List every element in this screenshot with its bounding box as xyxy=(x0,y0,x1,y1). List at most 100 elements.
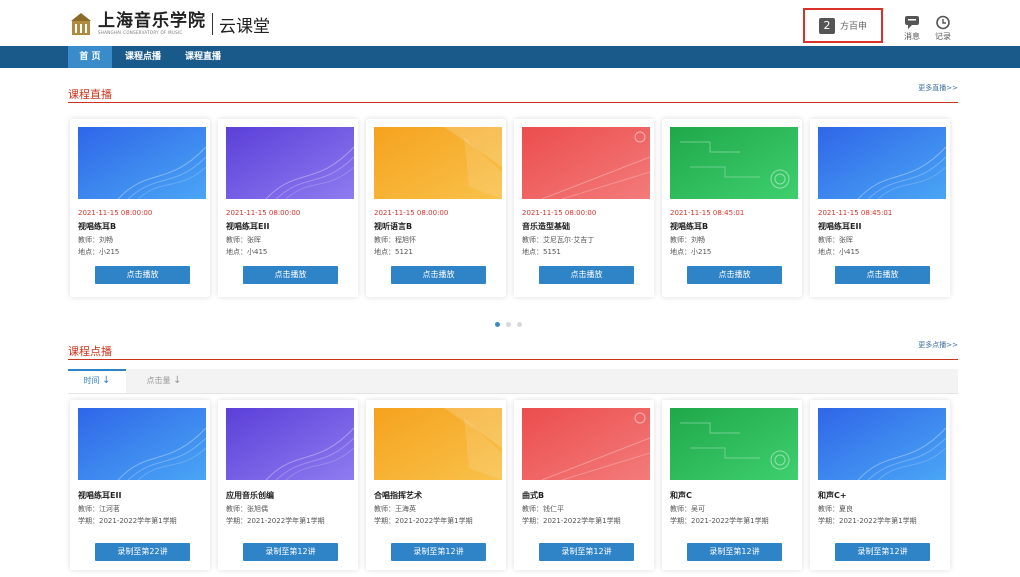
course-term: 学期：2021-2022学年第1学期 xyxy=(78,517,177,525)
sort-time-label: 时间 xyxy=(83,376,100,385)
vod-section-divider xyxy=(68,359,958,360)
records-label: 记录 xyxy=(935,32,951,41)
course-thumbnail[interactable] xyxy=(522,127,650,199)
play-button[interactable]: 点击播放 xyxy=(687,266,782,284)
course-title: 视听语言B xyxy=(374,222,413,231)
course-thumbnail[interactable] xyxy=(818,127,946,199)
user-name: 方百申 xyxy=(839,22,867,32)
messages-button[interactable]: 消息 xyxy=(899,15,925,42)
chat-bubble-icon xyxy=(905,16,919,29)
course-teacher: 教师：程旭怀 xyxy=(374,236,416,244)
play-button[interactable]: 点击播放 xyxy=(243,266,338,284)
sort-tabs: 时间 ↓ 点击量 ↓ xyxy=(68,369,958,394)
vod-course-card[interactable]: 应用音乐创编 教师：张旭偶学期：2021-2022学年第1学期录制至第12讲 xyxy=(218,400,358,570)
carousel-dot[interactable] xyxy=(517,322,522,327)
course-title: 曲式B xyxy=(522,491,545,500)
course-teacher: 教师：夏良 xyxy=(818,505,853,513)
course-title: 视唱练耳EII xyxy=(818,222,862,231)
recorded-lectures-button[interactable]: 录制至第12讲 xyxy=(539,543,634,561)
live-start-time: 2021-11-15 08:45:01 xyxy=(670,209,745,217)
course-title: 应用音乐创编 xyxy=(226,491,274,500)
recorded-lectures-button[interactable]: 录制至第22讲 xyxy=(95,543,190,561)
vod-section-title: 课程点播 xyxy=(68,345,112,358)
play-button[interactable]: 点击播放 xyxy=(539,266,634,284)
course-teacher: 教师：张晖 xyxy=(226,236,261,244)
course-title: 和声C+ xyxy=(818,491,847,500)
more-live-link[interactable]: 更多直播>> xyxy=(918,83,958,93)
course-thumbnail[interactable] xyxy=(818,408,946,480)
live-section-title: 课程直播 xyxy=(68,88,112,101)
course-title: 视唱练耳B xyxy=(78,222,117,231)
course-location: 地点：5121 xyxy=(374,248,413,256)
course-thumbnail[interactable] xyxy=(374,408,502,480)
nav-course-live[interactable]: 课程直播 xyxy=(178,46,228,68)
site-logo[interactable]: 上海音乐学院 SHANGHAI CONSERVATORY OF MUSIC 云课… xyxy=(70,10,270,38)
course-location: 地点：小215 xyxy=(670,248,712,256)
live-course-card[interactable]: 2021-11-15 08:45:01 视唱练耳EII 教师：张晖 地点：小415 点击… xyxy=(810,119,950,297)
course-term: 学期：2021-2022学年第1学期 xyxy=(670,517,769,525)
more-vod-link[interactable]: 更多点播>> xyxy=(918,340,958,350)
course-thumbnail[interactable] xyxy=(374,127,502,199)
play-button[interactable]: 点击播放 xyxy=(391,266,486,284)
recorded-lectures-button[interactable]: 录制至第12讲 xyxy=(835,543,930,561)
course-teacher: 教师：吴可 xyxy=(670,505,705,513)
recorded-lectures-button[interactable]: 录制至第12讲 xyxy=(391,543,486,561)
course-term: 学期：2021-2022学年第1学期 xyxy=(522,517,621,525)
course-thumbnail[interactable] xyxy=(226,408,354,480)
live-course-card[interactable]: 2021-11-15 08:00:00 视唱练耳EII 教师：张晖 地点：小415 点击… xyxy=(218,119,358,297)
nav-home[interactable]: 首 页 xyxy=(68,46,112,68)
course-location: 地点：小215 xyxy=(78,248,120,256)
carousel-dot[interactable] xyxy=(506,322,511,327)
vod-course-card[interactable]: 合唱指挥艺术 教师：王海英 学期：2021-2022学年第1学期 录制至第12讲 xyxy=(366,400,506,570)
nav-course-vod[interactable]: 课程点播 xyxy=(118,46,168,68)
carousel-pagination xyxy=(495,322,522,327)
play-button[interactable]: 点击播放 xyxy=(95,266,190,284)
sort-by-time-tab[interactable]: 时间 ↓ xyxy=(68,369,126,393)
vod-course-card[interactable]: 曲式B 教师：钱仁平学期：2021-2022学年第1学期录制至第12讲 xyxy=(514,400,654,570)
course-teacher: 教师：刘畅 xyxy=(670,236,705,244)
live-start-time: 2021-11-15 08:45:01 xyxy=(818,209,893,217)
course-title: 视唱练耳B xyxy=(670,222,709,231)
course-title: 和声C xyxy=(670,491,692,500)
live-start-time: 2021-11-15 08:00:00 xyxy=(522,209,597,217)
clock-record-icon xyxy=(936,15,950,30)
course-teacher: 教师：钱仁平 xyxy=(522,505,564,513)
course-thumbnail[interactable] xyxy=(522,408,650,480)
course-term: 学期：2021-2022学年第1学期 xyxy=(226,517,325,525)
course-term: 学期：2021-2022学年第1学期 xyxy=(818,517,917,525)
live-course-card[interactable]: 2021-11-15 08:00:00 视听语言B 教师：程旭怀 地点：5121 点击播… xyxy=(366,119,506,297)
course-teacher: 教师：艾尼瓦尔·艾吉丁 xyxy=(522,236,595,244)
course-thumbnail[interactable] xyxy=(78,408,206,480)
course-thumbnail[interactable] xyxy=(670,408,798,480)
messages-label: 消息 xyxy=(904,32,920,41)
course-thumbnail[interactable] xyxy=(226,127,354,199)
top-header: 上海音乐学院 SHANGHAI CONSERVATORY OF MUSIC 云课… xyxy=(0,0,1020,45)
sort-by-clicks-tab[interactable]: 点击量 ↓ xyxy=(134,369,194,393)
vod-course-card[interactable]: 和声C 教师：吴可学期：2021-2022学年第1学期录制至第12讲 xyxy=(662,400,802,570)
sort-clicks-label: 点击量 xyxy=(146,376,171,385)
records-button[interactable]: 记录 xyxy=(930,15,956,42)
carousel-dot[interactable] xyxy=(495,322,500,327)
live-start-time: 2021-11-15 08:00:00 xyxy=(78,209,153,217)
logo-chinese-name: 上海音乐学院 xyxy=(98,11,206,31)
logo-divider xyxy=(212,13,213,35)
course-thumbnail[interactable] xyxy=(670,127,798,199)
recorded-lectures-button[interactable]: 录制至第12讲 xyxy=(243,543,338,561)
live-course-card[interactable]: 2021-11-15 08:00:00 音乐造型基础 教师：艾尼瓦尔·艾吉丁 地点：5… xyxy=(514,119,654,297)
live-course-card[interactable]: 2021-11-15 08:45:01 视唱练耳B 教师：刘畅地点：小215 点击播放 xyxy=(662,119,802,297)
vod-course-card[interactable]: 和声C+ 教师：夏良学期：2021-2022学年第1学期录制至第12讲 xyxy=(810,400,950,570)
course-teacher: 教师：刘畅 xyxy=(78,236,113,244)
course-teacher: 教师：张旭偶 xyxy=(226,505,268,513)
course-teacher: 教师：王海英 xyxy=(374,505,416,513)
live-course-card[interactable]: 2021-11-15 08:00:00 视唱练耳B 教师：刘畅地点：小215 点击播放 xyxy=(70,119,210,297)
live-start-time: 2021-11-15 08:00:00 xyxy=(374,209,449,217)
vod-course-card[interactable]: 视唱练耳EII 教师：江河茗 学期：2021-2022学年第1学期 录制至第22讲 xyxy=(70,400,210,570)
recorded-lectures-button[interactable]: 录制至第12讲 xyxy=(687,543,782,561)
live-section-divider xyxy=(68,102,958,103)
course-thumbnail[interactable] xyxy=(78,127,206,199)
arrow-down-icon: ↓ xyxy=(173,375,182,386)
user-profile[interactable]: 2 方百申 xyxy=(803,8,883,43)
play-button[interactable]: 点击播放 xyxy=(835,266,930,284)
logo-english-name: SHANGHAI CONSERVATORY OF MUSIC xyxy=(98,30,183,35)
course-term: 学期：2021-2022学年第1学期 xyxy=(374,517,473,525)
